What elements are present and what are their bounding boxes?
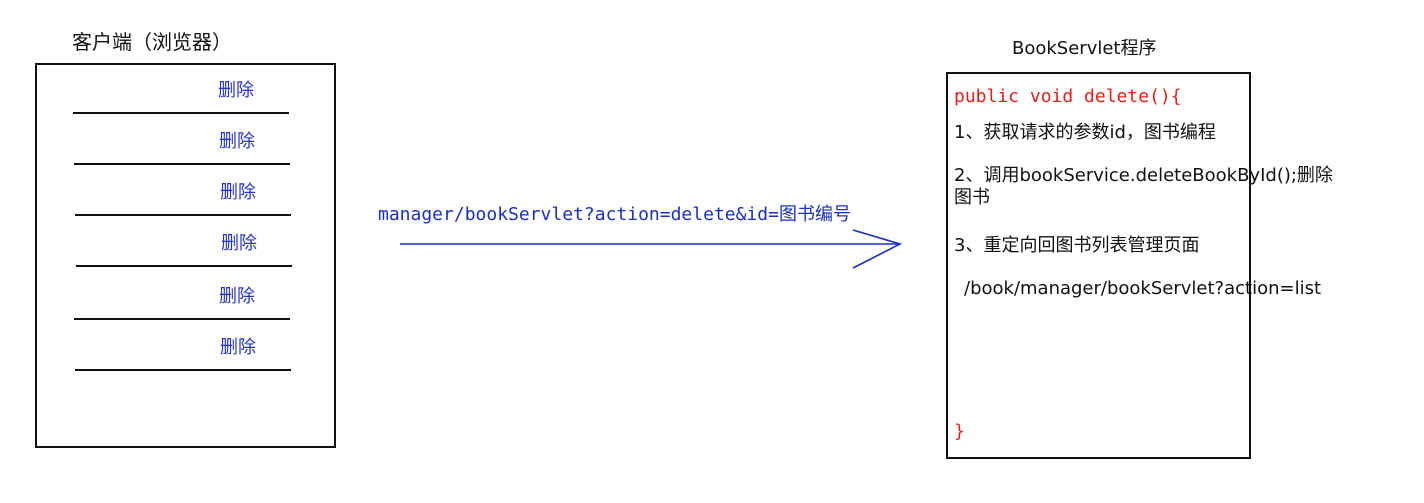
client-title: 客户端（浏览器） xyxy=(72,30,232,54)
list-item: 删除 xyxy=(75,319,291,371)
list-item: 删除 xyxy=(75,164,291,216)
request-url-label: manager/bookServlet?action=delete&id=图书编… xyxy=(378,204,851,225)
servlet-title: BookServlet程序 xyxy=(1012,38,1157,59)
step-2-text: 2、调用bookService.deleteBookById();删除 图书 xyxy=(954,165,1333,209)
method-signature: public void delete(){ xyxy=(954,86,1182,107)
closing-brace: } xyxy=(954,421,965,442)
redirect-url: /book/manager/bookServlet?action=list xyxy=(964,278,1322,299)
list-item: 删除 xyxy=(76,215,292,267)
step-2-line-1: 2、调用bookService.deleteBookById();删除 xyxy=(954,165,1333,186)
step-2-line-2: 图书 xyxy=(954,187,990,208)
list-item: 删除 xyxy=(74,113,290,165)
row-divider xyxy=(75,369,291,371)
request-arrow-icon xyxy=(400,229,903,269)
delete-link[interactable]: 删除 xyxy=(220,333,256,359)
step-3-text: 3、重定向回图书列表管理页面 xyxy=(954,235,1200,256)
delete-link[interactable]: 删除 xyxy=(220,178,256,204)
delete-link[interactable]: 删除 xyxy=(218,76,254,102)
delete-link[interactable]: 删除 xyxy=(221,229,257,255)
delete-link[interactable]: 删除 xyxy=(219,127,255,153)
list-item: 删除 xyxy=(73,62,289,114)
row-divider xyxy=(76,265,292,267)
step-1-text: 1、获取请求的参数id，图书编程 xyxy=(954,122,1216,143)
list-item: 删除 xyxy=(74,268,290,320)
delete-link[interactable]: 删除 xyxy=(219,282,255,308)
